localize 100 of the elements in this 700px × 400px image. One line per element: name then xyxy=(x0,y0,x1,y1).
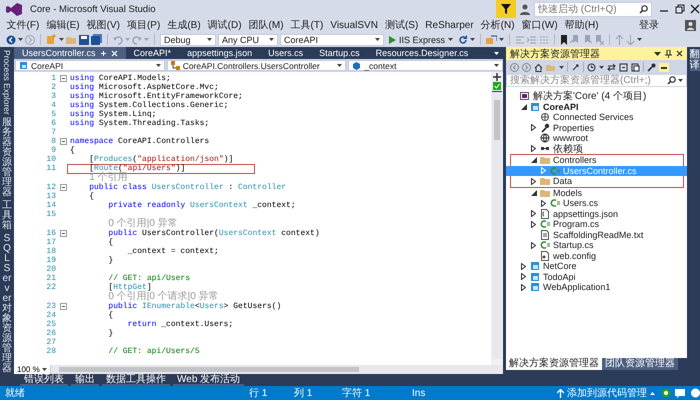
expanded-arrow-icon[interactable] xyxy=(530,157,536,164)
restore-icon[interactable] xyxy=(674,4,686,14)
side-panel-tab[interactable]: 服务器资源管理器 xyxy=(2,118,12,198)
tree-item[interactable]: 依赖项 xyxy=(506,144,687,154)
menu-item[interactable]: VisualSVN xyxy=(326,20,382,30)
caret-icon xyxy=(637,38,642,41)
menu-item[interactable]: 生成(B) xyxy=(164,18,204,32)
save-icon[interactable] xyxy=(79,34,89,44)
tree-item[interactable]: 解决方案'Core' (4 个项目) xyxy=(506,91,687,102)
platform-dropdown[interactable]: Any CPU xyxy=(218,34,278,46)
notification-icon[interactable] xyxy=(691,388,700,398)
pin-icon[interactable] xyxy=(665,50,672,58)
zoom-dropdown[interactable]: 100 % xyxy=(14,365,51,374)
collapsed-arrow-icon[interactable] xyxy=(521,262,526,270)
source-control-button[interactable]: 添加到源代码管理 xyxy=(557,386,655,400)
close-icon[interactable] xyxy=(690,4,700,14)
tab-list-icon[interactable] xyxy=(494,52,499,54)
collapsed-arrow-icon[interactable] xyxy=(531,242,536,249)
menu-item[interactable]: 分析(N) xyxy=(477,18,518,32)
sign-in-link[interactable]: 登录 xyxy=(639,18,659,32)
tree-item[interactable]: appsettings.json xyxy=(506,208,687,219)
show-all-files-icon[interactable] xyxy=(631,62,640,72)
menu-item[interactable]: 团队(M) xyxy=(245,18,288,32)
collapse-icon[interactable] xyxy=(60,138,66,145)
panel-tab[interactable]: 解决方案资源管理器 xyxy=(506,358,602,370)
collapse-icon[interactable] xyxy=(60,303,66,310)
menu-item[interactable]: 工具(T) xyxy=(287,18,327,32)
folder-switch-icon[interactable] xyxy=(546,62,556,72)
side-panel-tab[interactable]: 翻译 xyxy=(690,49,700,71)
close-icon[interactable] xyxy=(676,50,683,57)
person-icon[interactable] xyxy=(520,4,530,14)
expanded-arrow-icon[interactable] xyxy=(520,104,526,110)
tree-item[interactable]: Startup.cs xyxy=(506,240,687,250)
editor-tab[interactable]: Users.cs xyxy=(260,47,312,59)
menu-item[interactable]: 编辑(E) xyxy=(42,18,84,32)
collapsed-arrow-icon[interactable] xyxy=(531,124,536,132)
menu-item[interactable]: 帮助(H) xyxy=(561,18,602,32)
editor-tab[interactable]: Resources.Designer.cs xyxy=(368,47,476,59)
tree-item[interactable]: web.config xyxy=(506,250,687,261)
collapse-all-icon[interactable] xyxy=(619,62,628,72)
tree-item[interactable]: Controllers xyxy=(506,155,687,166)
collapse-icon[interactable] xyxy=(60,230,66,237)
startup-project-dropdown[interactable]: CoreAPI xyxy=(280,34,384,46)
collapse-icon[interactable] xyxy=(60,75,66,82)
funnel-icon[interactable] xyxy=(496,0,516,18)
tree-item[interactable]: Models xyxy=(506,188,687,198)
tree-item[interactable]: Users.cs xyxy=(506,198,687,208)
navigation-dropdown[interactable]: CoreAPI xyxy=(15,60,165,71)
navigation-dropdown[interactable]: _context xyxy=(348,60,503,71)
menu-item[interactable]: 测试(S) xyxy=(381,18,422,32)
tree-item[interactable]: CoreAPI xyxy=(506,102,687,112)
sync-icon[interactable] xyxy=(571,62,580,72)
menu-item[interactable]: 文件(F) xyxy=(3,18,43,32)
tree-item[interactable]: ScaffoldingReadMe.txt xyxy=(506,230,687,240)
status-circle-icon[interactable] xyxy=(661,388,671,398)
refresh-icon[interactable] xyxy=(607,62,616,72)
menu-item[interactable]: 窗口(W) xyxy=(518,18,562,32)
menu-item[interactable]: ReSharper xyxy=(422,20,478,30)
collapsed-arrow-icon[interactable] xyxy=(521,284,526,291)
editor-tab[interactable]: Startup.cs xyxy=(311,47,368,59)
back-icon[interactable] xyxy=(6,34,16,44)
wrench-icon[interactable] xyxy=(647,62,656,72)
tree-item[interactable]: Connected Services xyxy=(506,112,687,122)
save-all-icon[interactable] xyxy=(91,34,102,45)
tree-item[interactable]: Data xyxy=(506,176,687,186)
menu-item[interactable]: 视图(V) xyxy=(83,18,124,32)
menu-item[interactable]: 项目(P) xyxy=(123,18,164,32)
tree-item[interactable]: TodoApi xyxy=(506,272,687,282)
collapse-icon[interactable] xyxy=(60,184,66,191)
browser-link-icon[interactable] xyxy=(486,34,498,44)
pending-changes-icon[interactable] xyxy=(587,62,596,72)
expanded-arrow-icon[interactable] xyxy=(530,190,536,196)
menu-item[interactable]: 调试(D) xyxy=(204,18,246,32)
home-icon[interactable] xyxy=(534,62,543,72)
tree-item[interactable]: NetCore xyxy=(506,261,687,272)
collapsed-arrow-icon[interactable] xyxy=(531,220,536,228)
collapsed-arrow-icon[interactable] xyxy=(531,145,536,152)
tree-item[interactable]: WebApplication1 xyxy=(506,282,687,292)
account-icon[interactable] xyxy=(685,20,696,30)
tree-item[interactable]: Properties xyxy=(506,122,687,133)
navigation-dropdown[interactable]: CoreAPI.Controllers.UsersController xyxy=(166,60,346,71)
side-panel-tab[interactable]: 工具箱 xyxy=(2,200,12,231)
editor-tab[interactable]: CoreAPI* xyxy=(126,47,180,59)
run-button[interactable]: IIS Express xyxy=(386,34,456,44)
collapsed-arrow-icon[interactable] xyxy=(531,178,536,185)
side-panel-tab[interactable]: SQL Server 对象资源管理器 xyxy=(2,234,12,374)
tree-item[interactable]: wwwroot xyxy=(506,133,687,144)
tree-item[interactable]: Program.cs xyxy=(506,219,687,230)
editor-tab[interactable]: appsettings.json xyxy=(179,47,260,59)
dropdown-icon[interactable] xyxy=(654,52,661,56)
bookmark-icon[interactable] xyxy=(560,34,568,44)
collapsed-arrow-icon[interactable] xyxy=(521,273,526,280)
collapsed-arrow-icon[interactable] xyxy=(531,210,536,218)
collapsed-arrow-icon[interactable] xyxy=(541,200,546,207)
side-panel-tab[interactable]: Process Explorer xyxy=(1,50,13,115)
chat-icon[interactable] xyxy=(675,388,685,398)
refresh-icon[interactable] xyxy=(458,34,468,44)
vertical-scrollbar[interactable] xyxy=(492,91,502,359)
configuration-dropdown[interactable]: Debug xyxy=(160,34,216,46)
panel-tab[interactable]: 团队资源管理器 xyxy=(602,358,678,370)
